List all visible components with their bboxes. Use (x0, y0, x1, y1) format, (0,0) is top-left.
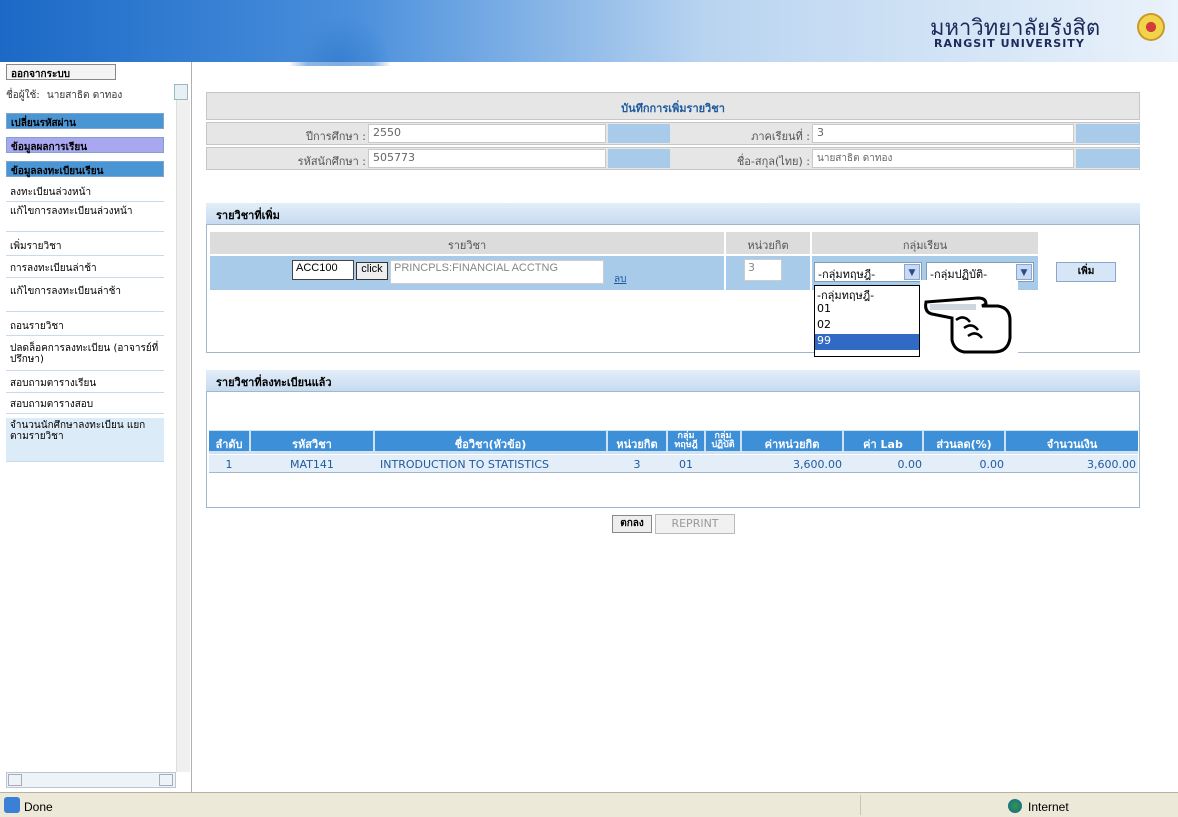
row-no: 1 (225, 458, 233, 471)
globe-icon (1008, 799, 1022, 813)
scroll-left-icon[interactable] (8, 774, 22, 786)
sidebar-item-add-course[interactable]: เพิ่มรายวิชา (6, 239, 164, 256)
record-spacer (608, 149, 670, 168)
col-name-header: ชื่อวิชา(หัวข้อ) (375, 431, 606, 451)
theory-group-value: -กลุ่มทฤษฎี- (818, 268, 876, 281)
row-lab-fee: 0.00 (897, 458, 923, 471)
col-credit-header: หน่วยกิต (608, 431, 666, 451)
registered-panel-title: รายวิชาที่ลงทะเบียนแล้ว (206, 370, 1140, 392)
term-label: ภาคเรียนที่ : (751, 130, 810, 143)
col-credit-fee-header: ค่าหน่วยกิต (742, 431, 842, 451)
scroll-right-icon[interactable] (159, 774, 173, 786)
sidebar-item-unlock-registration[interactable]: ปลดล็อคการลงทะเบียน (อาจารย์ที่ปรึกษา) (6, 341, 164, 371)
student-name-field[interactable]: นายสาธิต ดาทอง (812, 149, 1074, 168)
credit-field: 3 (744, 259, 782, 281)
row-code: MAT141 (290, 458, 334, 471)
status-text: Done (24, 800, 53, 814)
chevron-down-icon[interactable]: ▼ (1016, 264, 1032, 280)
student-id-field[interactable]: 505773 (368, 149, 606, 168)
dropdown-option[interactable]: -กลุ่มทฤษฎี- (815, 286, 919, 302)
sidebar-vertical-scrollbar[interactable] (176, 100, 190, 772)
student-id-label: รหัสนักศึกษา : (297, 155, 366, 168)
col-lab-fee-header: ค่า Lab (844, 431, 922, 451)
sidebar-collapse-button[interactable] (174, 84, 188, 100)
dropdown-option-selected[interactable]: 99 (815, 334, 919, 350)
record-title: บันทึกการเพิ่มรายวิชา (621, 102, 725, 115)
year-label: ปีการศึกษา : (305, 130, 366, 143)
row-credit-fee: 3,600.00 (793, 458, 842, 471)
chevron-down-icon[interactable]: ▼ (904, 264, 920, 280)
add-course-button[interactable]: เพิ่ม (1056, 262, 1116, 282)
year-field[interactable]: 2550 (368, 124, 606, 143)
sidebar-item-enrollment-count[interactable]: จำนวนนักศึกษาลงทะเบียน แยกตามรายวิชา (6, 418, 164, 462)
sidebar-item-change-password[interactable]: เปลี่ยนรหัสผ่าน (6, 113, 164, 129)
row-amount: 3,600.00 (1087, 458, 1136, 471)
course-lookup-button[interactable]: click (356, 262, 388, 280)
sidebar-item-pre-register[interactable]: ลงทะเบียนล่วงหน้า (6, 185, 164, 202)
sidebar-item-grades[interactable]: ข้อมูลผลการเรียน (6, 137, 164, 153)
user-label: ชื่อผู้ใช้: (6, 90, 40, 101)
term-field[interactable]: 3 (812, 124, 1074, 143)
sidebar-item-edit-late-register[interactable]: แก้ไขการลงทะเบียนล่าช้า (6, 284, 164, 312)
row-theory: 01 (679, 458, 693, 471)
col-practice-header: กลุ่ม ปฏิบัติ (706, 431, 740, 451)
ok-button[interactable]: ตกลง (612, 515, 652, 533)
theory-group-dropdown[interactable]: -กลุ่มทฤษฎี- 01 02 99 (814, 285, 920, 357)
add-course-panel-title: รายวิชาที่เพิ่ม (206, 203, 1140, 225)
col-header-course: รายวิชา (447, 239, 487, 252)
dropdown-option[interactable]: 02 (815, 318, 919, 334)
zone-text: Internet (1028, 800, 1069, 814)
dropdown-option[interactable]: 01 (815, 302, 919, 318)
pointing-hand-icon (920, 280, 1018, 360)
course-name-field: PRINCPLS:FINANCIAL ACCTNG (390, 260, 604, 284)
sidebar-item-registration[interactable]: ข้อมูลลงทะเบียนเรียน (6, 161, 164, 177)
practice-group-select[interactable]: -กลุ่มปฏิบัติ- ▼ (926, 262, 1034, 282)
record-spacer (1076, 149, 1140, 168)
col-no-header: ลำดับ (209, 431, 249, 451)
theory-group-select[interactable]: -กลุ่มทฤษฎี- ▼ (814, 262, 922, 282)
page-done-icon (4, 797, 20, 813)
university-name-en: RANGSIT UNIVERSITY (934, 37, 1085, 50)
user-info: ชื่อผู้ใช้: นายสาธิต ดาทอง (6, 88, 122, 103)
course-code-input[interactable]: ACC100 (292, 260, 354, 280)
user-name: นายสาธิต ดาทอง (46, 90, 123, 101)
row-discount: 0.00 (979, 458, 1005, 471)
university-emblem-icon (1137, 13, 1165, 41)
sidebar-horizontal-scrollbar[interactable] (6, 772, 176, 788)
col-discount-header: ส่วนลด(%) (924, 431, 1004, 451)
sidebar-item-exam-schedule[interactable]: สอบถามตารางสอบ (6, 397, 164, 414)
col-header-credit: หน่วยกิต (747, 239, 789, 252)
name-label: ชื่อ-สกุล(ไทย) : (736, 155, 810, 168)
delete-course-link[interactable]: ลบ (614, 272, 626, 287)
col-header-group: กลุ่มเรียน (902, 239, 948, 252)
col-theory-header: กลุ่ม ทฤษฎี (668, 431, 704, 451)
sidebar-item-class-schedule[interactable]: สอบถามตารางเรียน (6, 376, 164, 393)
col-code-header: รหัสวิชา (251, 431, 373, 451)
row-name: INTRODUCTION TO STATISTICS (380, 458, 550, 471)
logout-button[interactable]: ออกจากระบบ (6, 64, 116, 80)
sidebar-item-late-register[interactable]: การลงทะเบียนล่าช้า (6, 261, 164, 278)
sidebar-item-edit-pre-register[interactable]: แก้ไขการลงทะเบียนล่วงหน้า (6, 204, 164, 232)
record-spacer (1076, 124, 1140, 143)
sidebar-item-withdraw[interactable]: ถอนรายวิชา (6, 319, 164, 336)
col-amount-header: จำนวนเงิน (1006, 431, 1138, 451)
reprint-button[interactable]: REPRINT (655, 514, 735, 534)
record-spacer (608, 124, 670, 143)
row-credit: 3 (633, 458, 641, 471)
